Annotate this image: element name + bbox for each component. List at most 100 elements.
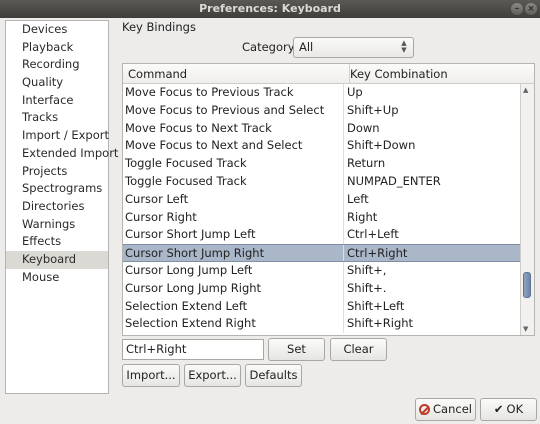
table-row[interactable]: Move Focus to Previous Track Up bbox=[123, 84, 534, 102]
column-divider bbox=[343, 119, 344, 138]
defaults-button[interactable]: Defaults bbox=[245, 364, 302, 387]
table-row[interactable]: Cursor Right Right bbox=[123, 208, 534, 227]
table-row[interactable]: Cursor Long Jump Right Shift+. bbox=[123, 279, 534, 298]
command-cell: Move Focus to Previous Track bbox=[125, 85, 294, 99]
sidebar-item-recording[interactable]: Recording bbox=[6, 56, 108, 74]
command-cell: Move Focus to Previous and Select bbox=[125, 102, 325, 117]
column-divider bbox=[343, 208, 344, 227]
command-cell: Selection Extend Left bbox=[125, 298, 248, 313]
window-title: Preferences: Keyboard bbox=[199, 2, 341, 15]
sidebar-item-spectrograms[interactable]: Spectrograms bbox=[6, 180, 108, 198]
key-cell: Shift+Right bbox=[347, 316, 414, 331]
sidebar-item-quality[interactable]: Quality bbox=[6, 74, 108, 92]
command-cell: Cursor Right bbox=[125, 209, 197, 224]
table-row[interactable]: Move Focus to Next and Select Shift+Down bbox=[123, 137, 534, 156]
column-divider bbox=[343, 315, 344, 334]
cancel-label: Cancel bbox=[433, 402, 472, 416]
table-row[interactable]: Move Focus to Previous and Select Shift+U… bbox=[123, 101, 534, 120]
key-cell: NUMPAD_ENTER bbox=[347, 173, 441, 188]
key-cell: Return bbox=[347, 156, 386, 171]
ok-label: OK bbox=[506, 402, 524, 416]
sidebar-item-effects[interactable]: Effects bbox=[6, 233, 108, 251]
sidebar-item-directories[interactable]: Directories bbox=[6, 198, 108, 216]
column-key-combination[interactable]: Key Combination bbox=[349, 64, 448, 84]
column-divider bbox=[343, 155, 344, 173]
column-divider bbox=[343, 190, 344, 209]
table-row[interactable]: Move Focus to Next Track Down bbox=[123, 119, 534, 138]
table-row[interactable]: Selection Extend Left Shift+Left bbox=[123, 297, 534, 316]
category-label: Category: bbox=[242, 40, 298, 54]
title-bar: Preferences: Keyboard – × bbox=[0, 0, 540, 18]
table-row[interactable]: Selection Extend Right Shift+Right bbox=[123, 315, 534, 334]
set-button[interactable]: Set bbox=[268, 338, 325, 361]
column-divider bbox=[343, 297, 344, 316]
column-divider bbox=[343, 84, 344, 102]
sidebar-item-devices[interactable]: Devices bbox=[6, 21, 108, 39]
key-cell: Right bbox=[347, 209, 378, 224]
column-command[interactable]: Command bbox=[128, 64, 187, 84]
command-cell: Toggle Focused Track bbox=[125, 156, 247, 171]
clear-button[interactable]: Clear bbox=[330, 338, 387, 361]
key-cell: Up bbox=[347, 85, 363, 99]
category-select[interactable]: All ▲ ▼ bbox=[293, 37, 414, 58]
checkmark-icon: ✔ bbox=[493, 402, 504, 416]
command-cell: Cursor Long Jump Right bbox=[125, 280, 262, 295]
command-cell: Cursor Long Jump Left bbox=[125, 262, 253, 277]
close-icon[interactable]: × bbox=[525, 3, 537, 15]
sidebar-item-warnings[interactable]: Warnings bbox=[6, 216, 108, 234]
cancel-button[interactable]: Cancel bbox=[415, 398, 476, 421]
sidebar-item-extended-import[interactable]: Extended Import bbox=[6, 145, 118, 163]
sidebar-item-keyboard[interactable]: Keyboard bbox=[6, 250, 108, 269]
key-bindings-label: Key Bindings bbox=[122, 20, 196, 34]
table-row[interactable]: Cursor Short Jump Left Ctrl+Left bbox=[123, 226, 534, 245]
sidebar-item-import-export[interactable]: Import / Export bbox=[6, 127, 109, 145]
command-cell: Move Focus to Next and Select bbox=[125, 138, 303, 153]
sidebar-item-tracks[interactable]: Tracks bbox=[6, 109, 108, 127]
key-cell: Ctrl+Left bbox=[347, 227, 399, 242]
scroll-up-icon[interactable]: ▲ bbox=[523, 86, 528, 94]
ok-button[interactable]: ✔ OK bbox=[480, 398, 537, 421]
command-cell: Cursor Left bbox=[125, 191, 189, 206]
cancel-icon bbox=[419, 404, 431, 415]
sidebar-item-interface[interactable]: Interface bbox=[6, 92, 108, 110]
table-header: Command Key Combination bbox=[123, 64, 534, 84]
sidebar-item-mouse[interactable]: Mouse bbox=[6, 269, 108, 287]
table-row[interactable]: Cursor Short Jump Right Ctrl+Right bbox=[123, 244, 534, 262]
key-bindings-table: Command Key Combination Move Focus to Pr… bbox=[122, 63, 535, 336]
key-cell: Down bbox=[347, 120, 380, 135]
export-button[interactable]: Export... bbox=[184, 364, 241, 387]
column-divider bbox=[343, 226, 344, 245]
key-cell: Shift+Up bbox=[347, 102, 399, 117]
table-row[interactable]: Cursor Left Left bbox=[123, 190, 534, 209]
key-cell: Left bbox=[347, 191, 369, 206]
table-row[interactable]: Cursor Long Jump Left Shift+, bbox=[123, 261, 534, 280]
sidebar-item-playback[interactable]: Playback bbox=[6, 39, 108, 57]
command-cell: Move Focus to Next Track bbox=[125, 120, 272, 135]
scroll-down-icon[interactable]: ▼ bbox=[523, 325, 528, 333]
minimize-icon[interactable]: – bbox=[511, 3, 523, 15]
preferences-sidebar: Devices Playback Recording Quality Interface… bbox=[5, 20, 118, 394]
scrollbar-thumb[interactable] bbox=[523, 272, 531, 298]
key-cell: Shift+Left bbox=[347, 298, 405, 313]
key-cell: Shift+Down bbox=[347, 138, 416, 153]
vertical-scrollbar[interactable]: ▲ ▼ bbox=[520, 84, 534, 335]
table-body: Move Focus to Previous Track Up Move Focus… bbox=[123, 84, 534, 334]
table-row[interactable]: Toggle Focused Track Return bbox=[123, 155, 534, 173]
command-cell: Cursor Short Jump Right bbox=[125, 246, 265, 261]
key-combination-input[interactable]: Ctrl+Right bbox=[122, 339, 264, 360]
key-cell: Shift+, bbox=[347, 262, 387, 277]
category-value: All bbox=[299, 40, 314, 54]
command-cell: Toggle Focused Track bbox=[125, 173, 247, 188]
table-row[interactable]: Toggle Focused Track NUMPAD_ENTER bbox=[123, 172, 534, 191]
select-arrows-icon: ▲ ▼ bbox=[401, 39, 407, 54]
key-cell: Ctrl+Right bbox=[347, 246, 408, 261]
sidebar-item-projects[interactable]: Projects bbox=[6, 163, 108, 181]
column-divider bbox=[343, 137, 344, 156]
command-cell: Selection Extend Right bbox=[125, 316, 256, 331]
column-divider bbox=[343, 172, 344, 191]
key-cell: Shift+. bbox=[347, 280, 387, 295]
column-divider bbox=[343, 261, 344, 280]
import-button[interactable]: Import... bbox=[122, 364, 180, 387]
command-cell: Cursor Short Jump Left bbox=[125, 227, 256, 242]
column-divider bbox=[343, 101, 344, 120]
